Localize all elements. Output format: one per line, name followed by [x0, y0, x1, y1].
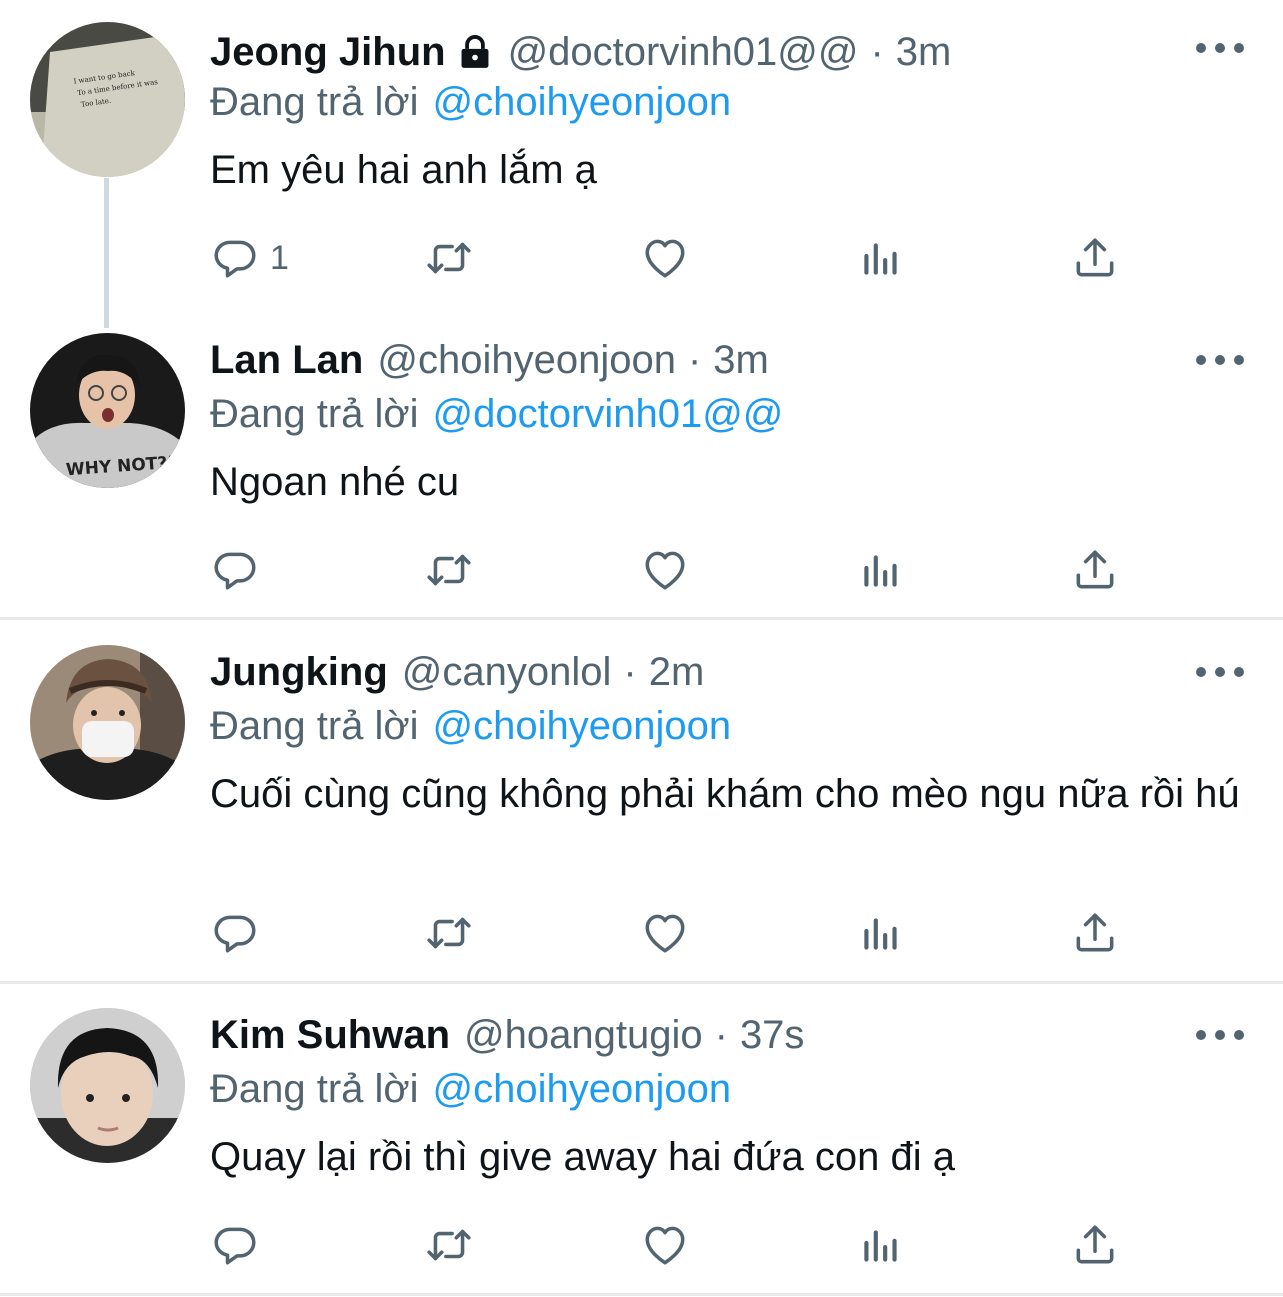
separator-dot: ·	[714, 1013, 728, 1057]
share-icon	[1070, 545, 1120, 595]
retweet-button[interactable]	[424, 908, 474, 958]
replying-to: Đang trả lời @choihyeonjoon	[210, 706, 731, 746]
timestamp[interactable]: 2m	[649, 652, 705, 692]
share-icon	[1070, 233, 1120, 283]
action-bar: 1	[210, 233, 1210, 283]
replying-to: Đang trả lời @doctorvinh01@@	[210, 394, 783, 434]
tweet-divider	[0, 1293, 1283, 1296]
views-icon	[856, 233, 906, 283]
retweet-icon	[424, 545, 474, 595]
display-name[interactable]: Jungking	[210, 652, 388, 692]
reply-mention-link[interactable]: @choihyeonjoon	[433, 80, 732, 124]
views-button[interactable]	[856, 545, 906, 595]
reply-mention-link[interactable]: @choihyeonjoon	[433, 704, 732, 748]
tweet-text: Ngoan nhé cu	[210, 460, 460, 504]
avatar[interactable]	[30, 1008, 185, 1163]
like-icon	[640, 545, 690, 595]
reply-button[interactable]	[210, 545, 260, 595]
timestamp[interactable]: 3m	[713, 340, 769, 380]
share-button[interactable]	[1070, 908, 1120, 958]
tweet-header: Jeong Jihun @doctorvinh01@@ · 3m	[210, 24, 951, 80]
display-name[interactable]: Jeong Jihun	[210, 32, 446, 72]
views-icon	[856, 908, 906, 958]
action-bar	[210, 545, 1210, 595]
replying-to: Đang trả lời @choihyeonjoon	[210, 1069, 731, 1109]
views-button[interactable]	[856, 908, 906, 958]
more-icon[interactable]	[1196, 350, 1244, 370]
replying-to-label: Đang trả lời	[210, 80, 419, 124]
views-button[interactable]	[856, 233, 906, 283]
reply-button[interactable]	[210, 908, 260, 958]
views-icon	[856, 545, 906, 595]
more-icon[interactable]	[1196, 1025, 1244, 1045]
user-handle[interactable]: @canyonlol	[402, 652, 612, 692]
timestamp[interactable]: 37s	[740, 1015, 805, 1055]
display-name[interactable]: Kim Suhwan	[210, 1015, 450, 1055]
tweet-4[interactable]: Kim Suhwan @hoangtugio · 37s Đang trả lờ…	[0, 984, 1283, 1294]
lock-icon	[461, 35, 489, 68]
reply-count: 1	[270, 238, 289, 277]
avatar[interactable]: I want to go back To a time before it wa…	[30, 22, 185, 177]
more-icon[interactable]	[1196, 38, 1244, 58]
separator-dot: ·	[687, 338, 702, 382]
like-button[interactable]	[640, 908, 690, 958]
tweet-1[interactable]: I want to go back To a time before it wa…	[0, 0, 1283, 328]
tweet-header: Kim Suhwan @hoangtugio · 37s	[210, 1007, 804, 1063]
display-name[interactable]: Lan Lan	[210, 340, 363, 380]
like-icon	[640, 1220, 690, 1270]
replying-to-label: Đang trả lời	[210, 704, 419, 748]
share-button[interactable]	[1070, 233, 1120, 283]
replying-to: Đang trả lời @choihyeonjoon	[210, 82, 731, 122]
separator-dot: ·	[623, 650, 637, 694]
like-button[interactable]	[640, 1220, 690, 1270]
thread-line	[104, 178, 109, 328]
retweet-button[interactable]	[424, 233, 474, 283]
reply-icon	[210, 908, 260, 958]
retweet-icon	[424, 233, 474, 283]
like-icon	[640, 233, 690, 283]
reply-mention-link[interactable]: @doctorvinh01@@	[433, 392, 784, 436]
share-icon	[1070, 1220, 1120, 1270]
reply-mention-link[interactable]: @choihyeonjoon	[433, 1067, 732, 1111]
user-handle[interactable]: @hoangtugio	[464, 1015, 703, 1055]
user-handle[interactable]: @doctorvinh01@@	[508, 32, 859, 72]
like-button[interactable]	[640, 233, 690, 283]
reply-button[interactable]: 1	[210, 233, 289, 283]
reply-icon	[210, 1220, 260, 1270]
reply-button[interactable]	[210, 1220, 260, 1270]
tweet-text: Quay lại rồi thì give away hai đứa con đ…	[210, 1135, 955, 1179]
share-button[interactable]	[1070, 545, 1120, 595]
tweet-header: Lan Lan @choihyeonjoon · 3m	[210, 332, 769, 388]
tweet-3[interactable]: Jungking @canyonlol · 2m Đang trả lời @ch…	[0, 620, 1283, 980]
avatar[interactable]: WHY NOT?!	[30, 333, 185, 488]
tweet-text: Em yêu hai anh lắm ạ	[210, 148, 597, 192]
retweet-icon	[424, 1220, 474, 1270]
more-icon[interactable]	[1196, 662, 1244, 682]
tweet-text: Cuối cùng cũng không phải khám cho mèo n…	[210, 772, 1240, 816]
separator-dot: ·	[870, 30, 884, 74]
reply-icon	[210, 233, 260, 283]
like-button[interactable]	[640, 545, 690, 595]
like-icon	[640, 908, 690, 958]
action-bar	[210, 1220, 1210, 1270]
retweet-button[interactable]	[424, 545, 474, 595]
user-handle[interactable]: @choihyeonjoon	[377, 340, 676, 380]
replying-to-label: Đang trả lời	[210, 1067, 419, 1111]
views-button[interactable]	[856, 1220, 906, 1270]
replying-to-label: Đang trả lời	[210, 392, 419, 436]
tweet-2[interactable]: WHY NOT?! Lan Lan @choihyeonjoon · 3m Đa…	[0, 320, 1283, 618]
retweet-icon	[424, 908, 474, 958]
tweet-header: Jungking @canyonlol · 2m	[210, 644, 704, 700]
share-icon	[1070, 908, 1120, 958]
share-button[interactable]	[1070, 1220, 1120, 1270]
views-icon	[856, 1220, 906, 1270]
reply-icon	[210, 545, 260, 595]
avatar[interactable]	[30, 645, 185, 800]
action-bar	[210, 908, 1210, 958]
timestamp[interactable]: 3m	[896, 32, 952, 72]
retweet-button[interactable]	[424, 1220, 474, 1270]
